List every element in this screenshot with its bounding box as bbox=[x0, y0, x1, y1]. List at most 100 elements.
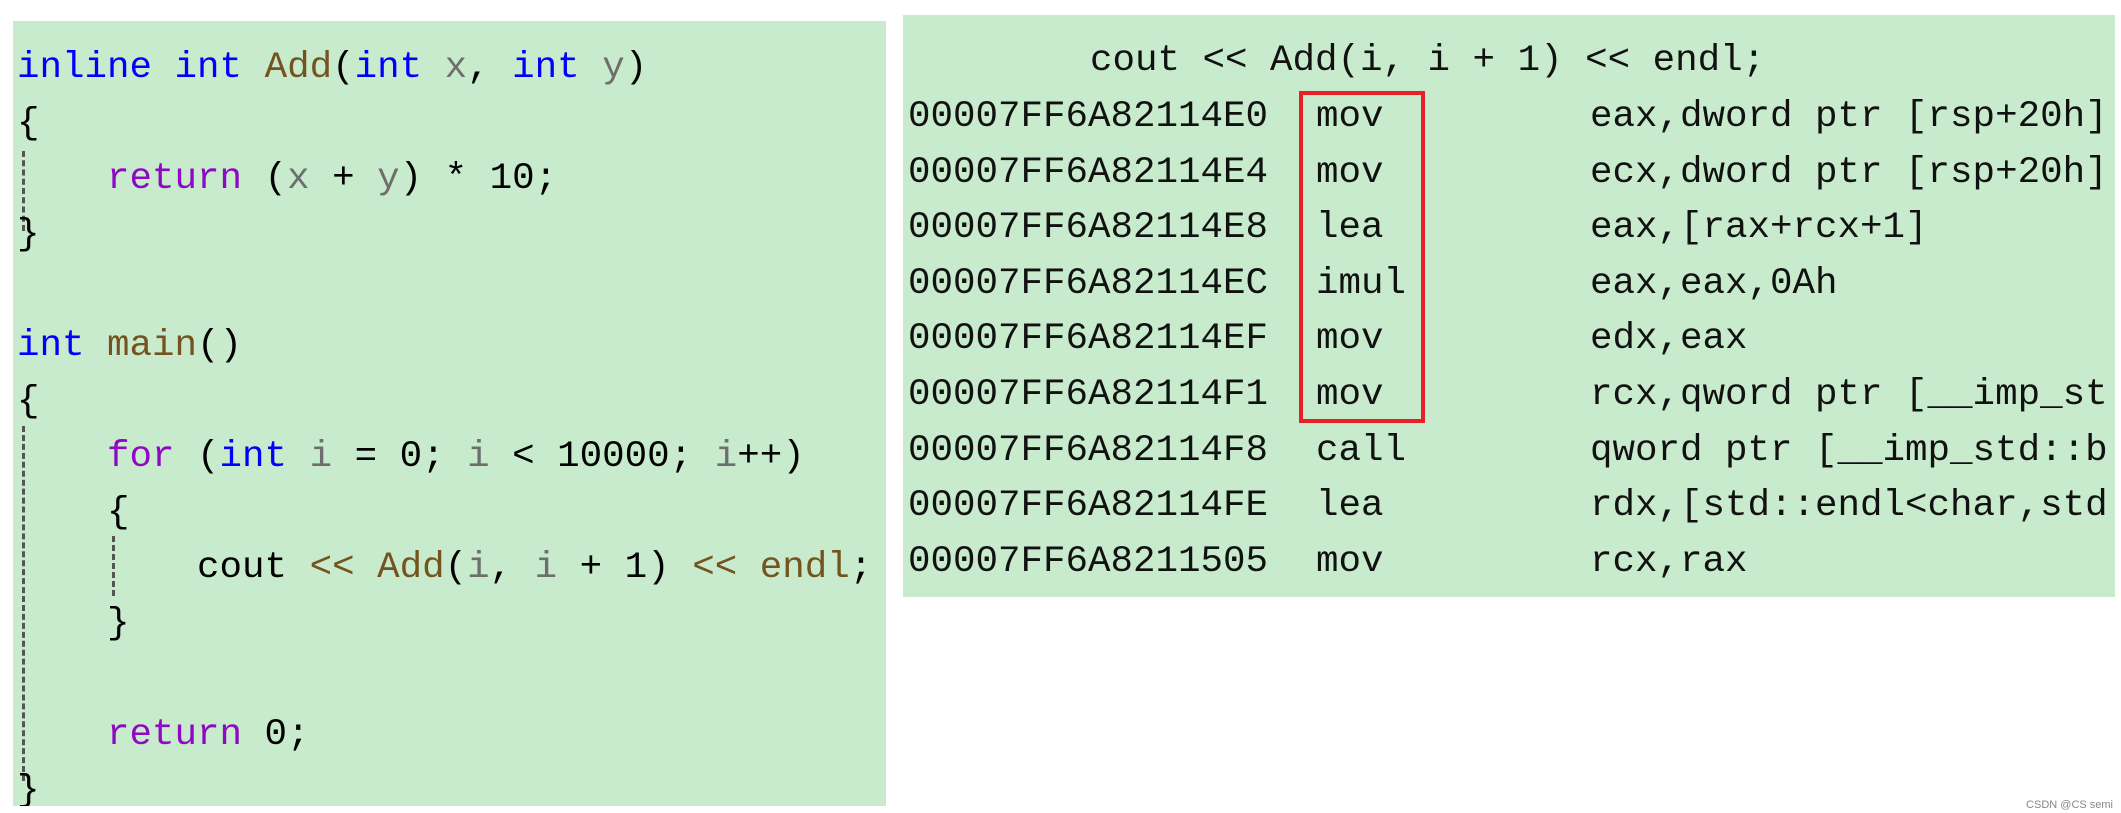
code-token: ( bbox=[242, 158, 288, 201]
asm-mnemonic: imul bbox=[1316, 262, 1407, 305]
asm-address: 00007FF6A82114E8 bbox=[908, 207, 1269, 250]
asm-operands: edx,eax bbox=[1590, 318, 1748, 361]
code-token: for bbox=[107, 436, 175, 479]
code-token: ( bbox=[174, 436, 220, 479]
asm-operands: qword ptr [__imp_std::b bbox=[1590, 429, 2108, 472]
code-token: i bbox=[467, 436, 490, 479]
asm-mnemonic: lea bbox=[1316, 207, 1384, 250]
code-line: for (int i = 0; i < 10000; i++) bbox=[17, 429, 805, 485]
code-token: + 1) bbox=[557, 547, 693, 590]
code-token: int bbox=[174, 47, 243, 89]
code-token: cout bbox=[17, 547, 310, 590]
code-token: { bbox=[17, 380, 40, 423]
code-line: { bbox=[17, 96, 40, 152]
code-line: inline int Add(int x, int y) bbox=[17, 40, 647, 96]
code-token: int bbox=[219, 436, 288, 479]
code-token: i bbox=[534, 547, 558, 590]
code-token: Add bbox=[377, 547, 445, 590]
code-line: { bbox=[17, 374, 40, 430]
source-line: cout << Add(i, i + 1) << endl; bbox=[1090, 40, 1766, 82]
code-token: , bbox=[467, 47, 513, 89]
asm-address: 00007FF6A82114EC bbox=[908, 262, 1269, 305]
code-token: << bbox=[309, 547, 355, 590]
asm-mnemonic: mov bbox=[1316, 540, 1384, 583]
asm-operands: rdx,[std::endl<char,std bbox=[1590, 485, 2108, 528]
code-token: int bbox=[354, 47, 423, 89]
code-token: ( bbox=[332, 47, 355, 89]
code-token: x bbox=[444, 47, 468, 89]
asm-mnemonic: mov bbox=[1316, 151, 1384, 194]
asm-operands: rcx,qword ptr [__imp_st bbox=[1590, 374, 2108, 416]
asm-address: 00007FF6A82114E0 bbox=[908, 96, 1269, 138]
code-token: , bbox=[489, 547, 535, 590]
code-line: int main() bbox=[17, 318, 242, 374]
code-line: } bbox=[17, 596, 130, 652]
code-token: return bbox=[107, 714, 243, 757]
code-token: { bbox=[17, 102, 40, 145]
disassembly-panel: { cout << Add(i, i + 1) << endl; 00007FF… bbox=[903, 15, 2115, 597]
code-line: return 0; bbox=[17, 707, 310, 763]
asm-mnemonic: call bbox=[1316, 429, 1407, 472]
asm-address: 00007FF6A82114F1 bbox=[908, 374, 1269, 416]
asm-mnemonic: mov bbox=[1316, 318, 1384, 361]
code-token: < 10000; bbox=[489, 436, 715, 479]
code-token: ) bbox=[624, 47, 648, 89]
code-token: x bbox=[287, 158, 310, 201]
code-token: endl bbox=[759, 547, 850, 590]
code-line: return (x + y) * 10; bbox=[17, 151, 557, 207]
source-code-panel: inline int Add(int x, int y){ return (x … bbox=[13, 21, 886, 806]
code-token: i bbox=[467, 547, 490, 590]
code-token: ; bbox=[849, 547, 873, 590]
code-token: << bbox=[692, 547, 738, 590]
code-token: i bbox=[309, 436, 333, 479]
code-token: y bbox=[377, 158, 400, 201]
code-line: cout << Add(i, i + 1) << endl; bbox=[17, 540, 872, 596]
code-token: } bbox=[17, 213, 40, 256]
code-token: { bbox=[17, 491, 130, 534]
code-line: } bbox=[17, 207, 40, 263]
asm-operands: rcx,rax bbox=[1590, 540, 1748, 583]
code-token: inline bbox=[17, 47, 153, 89]
code-line: } bbox=[17, 763, 40, 806]
watermark: CSDN @CS semi bbox=[2026, 799, 2113, 811]
code-token: () bbox=[197, 325, 243, 367]
asm-address: 00007FF6A82114EF bbox=[908, 318, 1269, 361]
asm-operands: ecx,dword ptr [rsp+20h] bbox=[1590, 151, 2108, 194]
asm-operands: eax,dword ptr [rsp+20h] bbox=[1590, 96, 2108, 138]
partial-brace: { bbox=[1011, 15, 1034, 23]
code-token: Add bbox=[264, 47, 333, 89]
asm-operands: eax,eax,0Ah bbox=[1590, 262, 1838, 305]
code-token: + bbox=[309, 158, 378, 201]
asm-address: 00007FF6A82114F8 bbox=[908, 429, 1269, 472]
asm-address: 00007FF6A82114FE bbox=[908, 485, 1269, 528]
code-token: ( bbox=[444, 547, 468, 590]
asm-mnemonic: lea bbox=[1316, 485, 1384, 528]
code-token: int bbox=[512, 47, 580, 89]
code-line: { bbox=[17, 485, 130, 541]
code-token: return bbox=[107, 158, 243, 201]
asm-mnemonic: mov bbox=[1316, 374, 1384, 416]
code-token: 0; bbox=[242, 714, 310, 757]
asm-address: 00007FF6A82114E4 bbox=[908, 151, 1269, 194]
code-token: } bbox=[17, 769, 40, 806]
code-token: } bbox=[17, 603, 130, 645]
asm-mnemonic: mov bbox=[1316, 96, 1384, 138]
asm-address: 00007FF6A8211505 bbox=[908, 540, 1269, 583]
code-token: int bbox=[17, 325, 85, 367]
code-token: ++) bbox=[737, 436, 805, 479]
code-token: = 0; bbox=[332, 436, 468, 479]
code-token: i bbox=[714, 436, 738, 479]
asm-operands: eax,[rax+rcx+1] bbox=[1590, 207, 1928, 250]
code-token: main bbox=[107, 325, 198, 367]
